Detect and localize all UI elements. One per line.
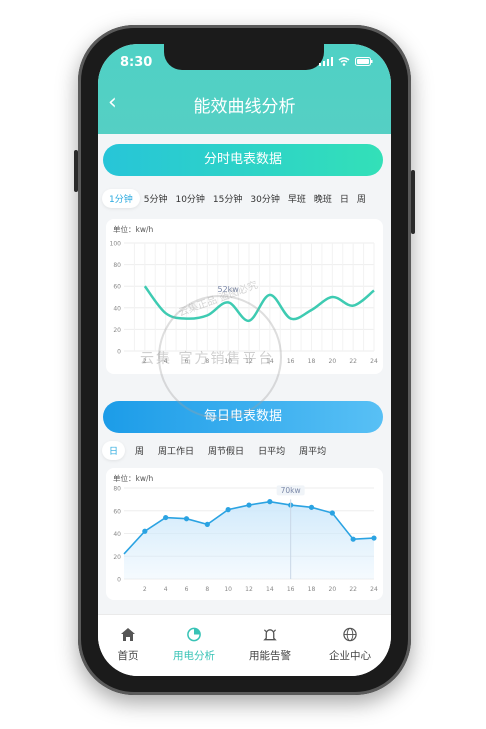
data-point (246, 502, 252, 508)
watermark-text: 云集 官方销售平台 (140, 351, 275, 367)
x-tick-label: 18 (308, 358, 316, 365)
x-tick-label: 22 (349, 586, 357, 593)
minute-tab-6[interactable]: 晚班 (310, 192, 336, 205)
notch (164, 44, 324, 70)
x-tick-label: 6 (185, 586, 189, 593)
nav-label: 企业中心 (329, 650, 371, 662)
status-icons (319, 57, 373, 66)
y-tick-label: 80 (113, 486, 121, 493)
x-tick-label: 2 (143, 586, 147, 593)
daily-tab-0[interactable]: 日 (102, 440, 126, 460)
minute-tab-4[interactable]: 30分钟 (246, 192, 283, 205)
y-tick-label: 60 (113, 284, 121, 291)
series-area (124, 501, 374, 579)
daily-tab-3[interactable]: 周节假日 (204, 444, 248, 457)
daily-tab-2[interactable]: 周工作日 (154, 444, 198, 457)
daily-chart-card: 单位：kw/h 0 20 40 60 80 2 4 6 8 10 12 14 16 18 20 22 24 70k… (106, 468, 383, 600)
y-tick-label: 80 (113, 262, 121, 269)
y-tick-label: 20 (113, 554, 121, 561)
y-tick-label: 40 (113, 305, 121, 312)
x-tick-label: 22 (349, 358, 357, 365)
data-point (204, 521, 210, 527)
x-tick-label: 10 (224, 586, 232, 593)
bell-icon (262, 629, 278, 645)
y-tick-label: 20 (113, 327, 121, 334)
signal-icon (319, 57, 333, 66)
minute-tab-3[interactable]: 15分钟 (209, 192, 246, 205)
data-point (371, 535, 377, 541)
x-tick-label: 24 (370, 358, 378, 365)
y-tick-label: 40 (113, 531, 121, 538)
x-tick-label: 16 (287, 358, 295, 365)
daily-interval-tabs: 日周周工作日 周节假日 日平均 周平均 (102, 440, 336, 460)
x-tick-label: 20 (329, 586, 337, 593)
battery-icon (355, 57, 373, 66)
status-time: 8:30 (120, 55, 153, 70)
nav-item-1[interactable]: 用电分析 (159, 627, 229, 663)
minute-tab-1[interactable]: 5分钟 (140, 192, 172, 205)
data-point (350, 536, 356, 542)
x-tick-label: 24 (370, 586, 378, 593)
data-point (267, 499, 273, 505)
page-title: 能效曲线分析 (193, 97, 296, 117)
nav-item-3[interactable]: 企业中心 (315, 627, 385, 663)
minute-tab-0[interactable]: 1分钟 (102, 188, 140, 208)
x-tick-label: 16 (287, 586, 295, 593)
minute-tab-2[interactable]: 10分钟 (171, 192, 208, 205)
daily-tab-1[interactable]: 周 (131, 444, 148, 457)
nav-item-0[interactable]: 首页 (98, 627, 163, 663)
minute-data-banner[interactable]: 分时电表数据 (103, 144, 383, 176)
minute-tab-5[interactable]: 早班 (284, 192, 310, 205)
x-tick-label: 8 (205, 586, 209, 593)
pie-chart-icon (186, 627, 202, 645)
x-tick-label: 14 (266, 586, 274, 593)
minute-tab-7[interactable]: 日 (336, 192, 353, 205)
wifi-icon (338, 57, 350, 66)
nav-label: 用能告警 (249, 650, 291, 662)
bottom-nav: 首页 用电分析 用能告警 企业中心 (98, 614, 391, 676)
data-point (225, 507, 231, 513)
data-point (308, 504, 315, 510)
side-button-left (74, 150, 78, 192)
y-tick-label: 0 (117, 349, 121, 356)
peak-label: 70kw (281, 486, 301, 495)
nav-label: 首页 (117, 650, 139, 662)
x-tick-label: 12 (245, 586, 253, 593)
data-point (142, 528, 148, 534)
x-tick-label: 20 (329, 358, 337, 365)
nav-label: 用电分析 (173, 650, 215, 662)
data-point (183, 516, 190, 522)
daily-tab-5[interactable]: 周平均 (295, 444, 330, 457)
x-tick-label: 18 (308, 586, 316, 593)
daily-tab-4[interactable]: 日平均 (254, 444, 289, 457)
y-tick-label: 0 (117, 577, 121, 584)
home-icon (120, 628, 136, 645)
side-button-right (411, 170, 415, 234)
data-point (163, 514, 169, 521)
nav-item-2[interactable]: 用能告警 (235, 627, 305, 663)
minute-interval-tabs: 1分钟 5分钟 10分钟 15分钟 30分钟 早班 晚班日周 (102, 188, 370, 208)
daily-area-chart: 0204060802 4 6 8 10 12 14 16 18 20 22 2470kw (113, 485, 378, 593)
minute-tab-8[interactable]: 周 (353, 192, 370, 205)
globe-icon (342, 627, 358, 645)
app-header: 8:30 ‹ 能效曲线分析 (98, 44, 391, 134)
x-tick-label: 4 (164, 586, 168, 593)
y-tick-label: 60 (113, 508, 121, 515)
data-point (329, 510, 335, 516)
y-tick-label: 100 (110, 241, 122, 248)
